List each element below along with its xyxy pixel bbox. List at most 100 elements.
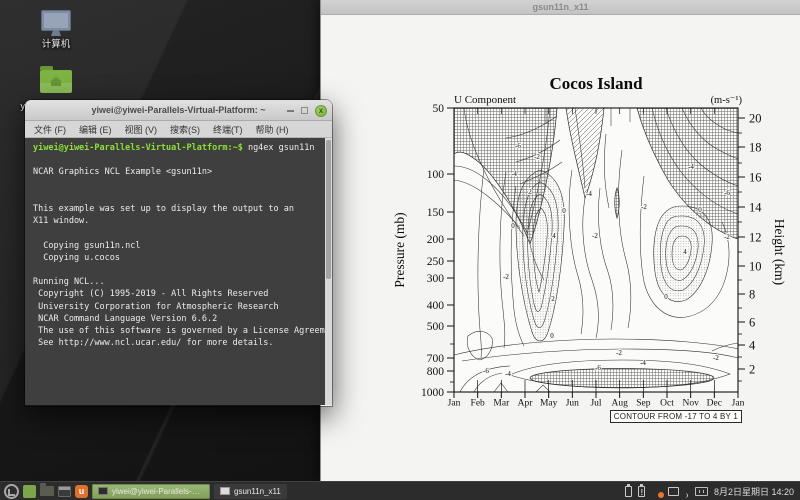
height-tick-label: 14 xyxy=(749,201,762,215)
terminal-menubar: 文件 (F) 编辑 (E) 视图 (V) 搜索(S) 终端(T) 帮助 (H) xyxy=(25,121,332,138)
terminal-menu-item[interactable]: 帮助 (H) xyxy=(256,123,289,136)
display-icon[interactable] xyxy=(668,487,679,496)
terminal-output-line xyxy=(33,154,318,166)
pressure-tick-label: 1000 xyxy=(421,387,444,399)
contour-label: 2 xyxy=(551,295,555,303)
clock[interactable]: 8月2日星期日 14:20 xyxy=(714,485,794,498)
terminal-window: yiwei@yiwei-Parallels-Virtual-Platform: … xyxy=(25,100,332,406)
month-tick-label: Jan xyxy=(732,399,745,409)
contour-label: 0 xyxy=(664,293,668,301)
desktop: 计算机 yiwei 的主文件夹 gsun11n_x11 Cocos Island… xyxy=(0,0,800,500)
terminal-output-line xyxy=(33,179,318,191)
contour-label: -6 xyxy=(515,142,521,150)
month-tick-label: Aug xyxy=(611,399,628,409)
height-tick-label: 16 xyxy=(749,171,762,185)
terminal-menu-item[interactable]: 搜索(S) xyxy=(170,123,200,136)
terminal-prompt-line: yiwei@yiwei-Parallels-Virtual-Platform:~… xyxy=(33,142,318,154)
pressure-tick-label: 700 xyxy=(427,353,445,365)
plot-title: Cocos Island xyxy=(454,74,738,94)
pressure-tick-label: 800 xyxy=(427,366,445,378)
contour-label: -4 xyxy=(640,359,646,367)
battery-icon[interactable] xyxy=(625,486,632,497)
contour-label: -6 xyxy=(483,367,489,375)
taskbar-window-label: gsun11n_x11 xyxy=(234,487,281,496)
month-tick-label: Sep xyxy=(636,399,651,409)
contour-label: 2 xyxy=(528,188,532,196)
contour-plot: JanFebMarAprMayJunJulAugSepOctNovDecJan5… xyxy=(454,108,738,392)
terminal-output-line xyxy=(33,227,318,239)
contour-label: -4 xyxy=(688,163,694,171)
x11-task-icon xyxy=(220,487,230,495)
month-tick-label: Nov xyxy=(682,399,699,409)
terminal-scrollbar[interactable] xyxy=(325,138,332,405)
terminal-window-title: yiwei@yiwei-Parallels-Virtual-Platform: … xyxy=(25,105,332,115)
terminal-menu-item[interactable]: 终端(T) xyxy=(213,123,243,136)
terminal-output-line: NCAR Graphics NCL Example <gsun11n> xyxy=(33,166,318,178)
month-tick-label: Jul xyxy=(590,399,601,409)
x11-titlebar[interactable]: gsun11n_x11 xyxy=(321,0,800,15)
terminal-launcher-icon[interactable] xyxy=(58,486,71,497)
computer-desktop-icon[interactable]: 计算机 xyxy=(8,10,104,50)
contour-label: -2 xyxy=(724,233,730,241)
battery-alert-icon[interactable] xyxy=(638,486,645,497)
scrollbar-thumb[interactable] xyxy=(326,140,331,279)
system-tray: 8月2日星期日 14:20 xyxy=(625,485,796,498)
close-icon[interactable]: x xyxy=(315,105,327,117)
month-tick-label: Feb xyxy=(471,399,486,409)
terminal-output-line: University Corporation for Atmospheric R… xyxy=(33,301,318,313)
menu-button[interactable] xyxy=(4,484,19,499)
pressure-tick-label: 400 xyxy=(427,300,445,312)
height-axis-title: Height (km) xyxy=(771,219,787,285)
contour-range-note: CONTOUR FROM -17 TO 4 BY 1 xyxy=(610,410,742,423)
desktop-icon-area: 计算机 yiwei 的主文件夹 xyxy=(8,10,104,112)
terminal-menu-item[interactable]: 文件 (F) xyxy=(34,123,66,136)
terminal-output-line: X11 window. xyxy=(33,215,318,227)
taskbar-window-x11[interactable]: gsun11n_x11 xyxy=(214,484,287,499)
terminal-output: NCAR Graphics NCL Example <gsun11n>This … xyxy=(33,154,318,349)
maximize-icon[interactable] xyxy=(301,107,308,114)
height-tick-label: 20 xyxy=(749,112,762,126)
shield-update-icon[interactable] xyxy=(651,485,662,497)
taskbar-window-terminal[interactable]: yiwei@yiwei-Parallels-Vir... xyxy=(92,484,210,499)
shell-prompt: yiwei@yiwei-Parallels-Virtual-Platform:~… xyxy=(33,143,243,153)
pressure-tick-label: 200 xyxy=(427,234,445,246)
pressure-tick-label: 300 xyxy=(427,273,445,285)
software-launcher-icon[interactable]: u xyxy=(75,485,88,498)
month-tick-label: Dec xyxy=(707,399,722,409)
height-tick-label: 4 xyxy=(749,339,756,353)
update-badge xyxy=(658,492,664,498)
terminal-output-line: NCAR Command Language Version 6.6.2 xyxy=(33,313,318,325)
x11-window-title: gsun11n_x11 xyxy=(321,0,800,15)
terminal-titlebar[interactable]: yiwei@yiwei-Parallels-Virtual-Platform: … xyxy=(25,100,332,121)
taskbar: u yiwei@yiwei-Parallels-Vir... gsun11n_x… xyxy=(0,481,800,500)
terminal-output-line xyxy=(33,264,318,276)
terminal-menu-item[interactable]: 编辑 (E) xyxy=(79,123,112,136)
contour-label: -6 xyxy=(595,364,601,372)
contour-label: 4 xyxy=(552,232,556,240)
keyboard-layout-icon[interactable] xyxy=(695,487,708,496)
height-tick-label: 18 xyxy=(749,141,762,155)
show-desktop-button[interactable] xyxy=(23,485,36,498)
terminal-output-line: Copying u.cocos xyxy=(33,252,318,264)
contour-label: 0 xyxy=(511,222,515,230)
contour-label: -4 xyxy=(505,370,511,378)
month-tick-label: Jun xyxy=(566,399,579,409)
height-tick-label: 2 xyxy=(749,363,755,377)
pressure-axis-title: Pressure (mb) xyxy=(392,212,408,287)
height-tick-label: 10 xyxy=(749,260,762,274)
terminal-output-line: Copying gsun11n.ncl xyxy=(33,240,318,252)
month-tick-label: May xyxy=(540,399,558,409)
height-tick-label: 12 xyxy=(749,231,762,245)
files-launcher-icon[interactable] xyxy=(40,486,54,496)
plot-left-header: U Component xyxy=(454,94,516,106)
contour-label: 0 xyxy=(562,207,566,215)
minimize-icon[interactable] xyxy=(287,110,294,112)
terminal-output-line: Running NCL... xyxy=(33,276,318,288)
pressure-tick-label: 50 xyxy=(433,103,445,115)
terminal-body[interactable]: yiwei@yiwei-Parallels-Virtual-Platform:~… xyxy=(25,138,332,405)
terminal-menu-item[interactable]: 视图 (V) xyxy=(125,123,158,136)
shell-command: ng4ex gsun11n xyxy=(243,143,315,153)
contour-label: 0 xyxy=(550,332,554,340)
contour-label: -2 xyxy=(641,203,647,211)
contour-label: -2 xyxy=(534,153,540,161)
